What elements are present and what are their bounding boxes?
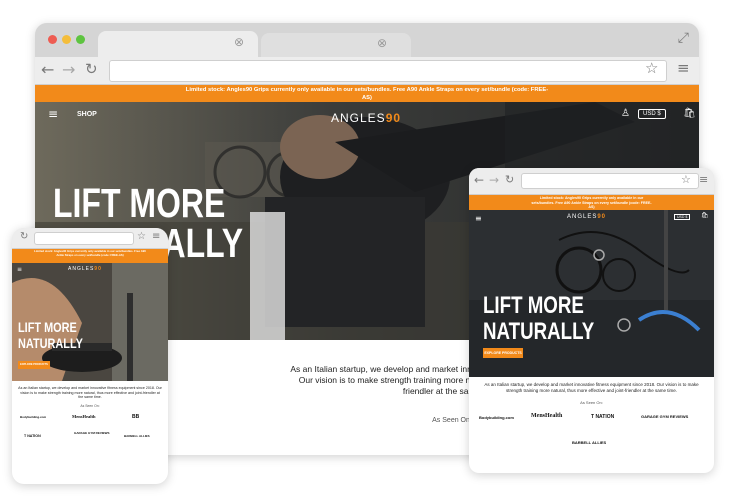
reload-icon[interactable]: ↻ xyxy=(85,62,98,77)
explore-products-button[interactable]: EXPLORE PRODUCTS xyxy=(18,361,50,369)
press-logo-barbell: BARBELL ALLIES xyxy=(124,433,150,438)
fullscreen-icon[interactable]: ⤢ xyxy=(678,31,689,45)
minimize-window-button[interactable] xyxy=(62,35,71,44)
cart-bag-icon[interactable]: 🛍 xyxy=(683,109,696,119)
promo-banner: Limited stock: Angles90 Grips currently … xyxy=(35,85,699,102)
explore-products-button[interactable]: EXPLORE PRODUCTS xyxy=(483,348,523,358)
phone-page: Limited stock: Angles90 Grips currently … xyxy=(12,249,168,484)
logo-main-text: ANGLES xyxy=(331,111,386,125)
press-logo-menshealth: MensHealth xyxy=(531,412,563,419)
reload-icon[interactable]: ↻ xyxy=(505,174,514,185)
currency-selector[interactable]: USD $ xyxy=(638,109,666,119)
browser-tab-inactive[interactable]: ⊗ xyxy=(261,33,411,57)
hamburger-menu-icon[interactable]: ≡ xyxy=(17,267,22,273)
press-logo-barbell: BARBELL ALLIES xyxy=(572,439,607,445)
press-logo-bb: BB xyxy=(132,413,140,420)
press-logos: Bodybuilding.com MensHealth T NATION GAR… xyxy=(469,405,714,465)
back-arrow-icon[interactable]: ← xyxy=(474,174,484,186)
tablet-page: Limited stock: Angles90 Grips currently … xyxy=(469,195,714,473)
browser-tab-active[interactable]: ⊗ xyxy=(98,31,258,57)
promo-banner: Limited stock: Angles90 Grips currently … xyxy=(469,195,714,210)
bookmark-star-icon[interactable]: ☆ xyxy=(681,174,691,185)
hamburger-menu-icon[interactable]: ≡ xyxy=(475,215,482,223)
logo-accent-text: 90 xyxy=(94,266,102,272)
press-logo-garage-gym: GARAGE GYM REVIEWS xyxy=(74,430,110,435)
about-blurb: As an Italian startup, we develop and ma… xyxy=(18,386,162,400)
about-blurb: As an Italian startup, we develop and ma… xyxy=(484,382,699,393)
close-window-button[interactable] xyxy=(48,35,57,44)
browser-menu-icon[interactable]: ≡ xyxy=(152,232,160,242)
press-logo-tnation: T NATION xyxy=(24,433,41,438)
angles90-logo[interactable]: ANGLES90 xyxy=(567,214,606,220)
close-tab-icon[interactable]: ⊗ xyxy=(234,36,244,48)
address-bar[interactable] xyxy=(109,60,667,82)
device-mockup-stage: ⊗ ⊗ ⤢ ← → ↻ ☆ ≡ Limited stock: Angles90 … xyxy=(0,0,734,500)
cart-bag-icon[interactable]: 🛍 xyxy=(701,213,709,219)
press-logo-menshealth: MensHealth xyxy=(72,413,96,419)
forward-arrow-icon[interactable]: → xyxy=(62,62,75,78)
close-tab-icon[interactable]: ⊗ xyxy=(377,37,387,49)
press-logo-tnation: T NATION xyxy=(591,413,615,420)
hero-section: ≡ ANGLES90 LIFT MORE NATURALLY EXPLORE P… xyxy=(12,263,168,381)
hero-section: ≡ ANGLES90 USD $ 🛍 LIFT MORE NATURALLY E… xyxy=(469,210,714,377)
browser-menu-icon[interactable]: ≡ xyxy=(699,174,708,185)
press-logo-bodybuilding: Bodybuilding.com xyxy=(479,414,514,420)
account-icon[interactable]: ♙ xyxy=(621,109,630,119)
press-logo-garage-gym: GARAGE GYM REVIEWS xyxy=(641,413,689,419)
bookmark-star-icon[interactable]: ☆ xyxy=(137,232,146,242)
press-logo-bodybuilding: Bodybuilding.com xyxy=(20,414,47,419)
shop-menu-link[interactable]: SHOP xyxy=(77,111,97,118)
address-bar[interactable] xyxy=(34,232,134,245)
angles90-logo[interactable]: ANGLES90 xyxy=(68,266,102,272)
hero-headline-line2: NATURALLY xyxy=(18,335,83,351)
logo-main-text: ANGLES xyxy=(567,214,598,220)
promo-banner: Limited stock: Angles90 Grips currently … xyxy=(12,249,168,263)
reload-icon[interactable]: ↻ xyxy=(20,232,28,242)
hamburger-menu-icon[interactable]: ≡ xyxy=(48,108,58,120)
back-arrow-icon[interactable]: ← xyxy=(41,62,54,78)
phone-browser-window: ↻ ☆ ≡ Limited stock: Angles90 Grips curr… xyxy=(12,228,168,484)
maximize-window-button[interactable] xyxy=(76,35,85,44)
address-bar[interactable] xyxy=(521,173,699,189)
hero-headline-line1: LIFT MORE xyxy=(18,319,77,335)
desktop-tab-bar: ⊗ ⊗ ⤢ xyxy=(35,23,699,57)
bookmark-star-icon[interactable]: ☆ xyxy=(645,61,658,76)
tablet-browser-window: ← → ↻ ☆ ≡ Limited stock: Angles90 Grips … xyxy=(469,168,714,473)
hero-headline-line1: LIFT MORE xyxy=(483,292,584,319)
currency-selector[interactable]: USD $ xyxy=(674,214,691,220)
logo-main-text: ANGLES xyxy=(68,266,95,272)
forward-arrow-icon[interactable]: → xyxy=(489,174,499,186)
angles90-logo[interactable]: ANGLES90 xyxy=(331,111,401,125)
hero-headline-line2: NATURALLY xyxy=(483,318,595,345)
browser-menu-icon[interactable]: ≡ xyxy=(677,61,690,76)
phone-nav-bar: ↻ ☆ ≡ xyxy=(12,228,168,249)
logo-accent-text: 90 xyxy=(385,111,402,125)
press-logos: Bodybuilding.com MensHealth BB T NATION … xyxy=(12,408,168,468)
logo-accent-text: 90 xyxy=(597,214,607,220)
desktop-nav-bar: ← → ↻ ☆ ≡ xyxy=(35,57,699,85)
tablet-nav-bar: ← → ↻ ☆ ≡ xyxy=(469,168,714,195)
